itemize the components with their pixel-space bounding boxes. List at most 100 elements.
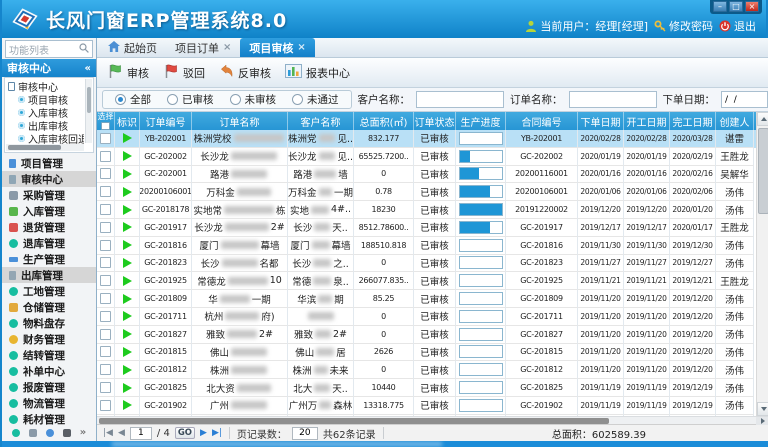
column-header-9[interactable]: 合同编号 (506, 112, 578, 130)
table-row[interactable]: 20200106001万科金万科金一期0.78已审核20200106001202… (97, 183, 756, 201)
scroll-right-icon[interactable] (756, 417, 768, 425)
person-icon[interactable] (63, 429, 71, 437)
row-checkbox[interactable] (100, 186, 111, 197)
row-checkbox[interactable] (100, 293, 111, 304)
sidebar-item-17[interactable]: 耗材管理 (2, 411, 96, 427)
table-row[interactable]: GC-201902广州广州万森林13318.775已审核GC-201902201… (97, 397, 756, 415)
column-header-6[interactable]: 总面积(㎡) (354, 112, 414, 130)
column-header-5[interactable]: 客户名称 (288, 112, 354, 130)
column-header-12[interactable]: 完工日期 (670, 112, 716, 130)
row-checkbox[interactable] (100, 311, 111, 322)
table-row[interactable]: GC-201711杭州府)0已审核GC-2017112019/11/202019… (97, 308, 756, 326)
status-radio-4[interactable]: 未通过 (292, 92, 339, 107)
table-row[interactable]: GC-201816厦门幕墙厦门幕墙188510.818已审核GC-2018162… (97, 237, 756, 255)
tab-2[interactable]: 项目订单× (166, 38, 240, 57)
table-row[interactable]: GC-201809华一期华滨期85.25已审核GC-2018092019/11/… (97, 290, 756, 308)
cart-icon[interactable] (29, 429, 37, 437)
column-header-8[interactable]: 生产进度 (456, 112, 506, 130)
sidebar-item-15[interactable]: 报废管理 (2, 379, 96, 395)
status-radio-3[interactable]: 未审核 (230, 92, 277, 107)
order-name-input[interactable] (569, 91, 657, 108)
page-number-input[interactable] (130, 427, 152, 440)
tree-root[interactable]: 审核中心 (8, 80, 84, 93)
sidebar-item-3[interactable]: 采购管理 (2, 187, 96, 203)
leaf-icon[interactable] (46, 429, 54, 437)
row-checkbox[interactable] (100, 151, 111, 162)
table-row[interactable]: GC-201825北大资北大天..10440已审核GC-2018252019/1… (97, 379, 756, 397)
sidebar-item-11[interactable]: 物料盘存 (2, 315, 96, 331)
next-page-icon[interactable]: ▶ (200, 428, 207, 438)
row-checkbox[interactable] (100, 275, 111, 286)
sidebar-item-16[interactable]: 物流管理 (2, 395, 96, 411)
table-row[interactable]: GC-202001路港路港墙0已审核202001160012020/01/162… (97, 166, 756, 184)
tab-close-icon[interactable]: × (297, 42, 305, 53)
tree-item-1[interactable]: 项目审核 (8, 93, 84, 106)
prev-page-icon[interactable]: ◀ (118, 428, 125, 438)
table-row[interactable]: GC-201827雅致2#雅致2#0已审核GC-2018272019/11/20… (97, 326, 756, 344)
table-row[interactable]: GC-201925常德龙10常德泉..266077.835..已审核GC-201… (97, 272, 756, 290)
tree-item-3[interactable]: 出库审核 (8, 119, 84, 132)
vertical-scrollbar[interactable] (756, 112, 768, 416)
customer-name-input[interactable] (416, 91, 504, 108)
sidebar-item-13[interactable]: 结转管理 (2, 347, 96, 363)
column-header-3[interactable]: 订单编号 (140, 112, 192, 130)
vertical-scrollbar-thumb[interactable] (758, 128, 768, 214)
tree-horizontal-scrollbar[interactable] (6, 144, 84, 151)
row-checkbox[interactable] (100, 400, 111, 411)
close-button[interactable]: × (745, 1, 759, 12)
maximize-button[interactable]: □ (729, 1, 743, 12)
row-checkbox[interactable] (100, 382, 111, 393)
table-row[interactable]: GC-201812株洲株洲未来0已审核GC-2018122019/11/2020… (97, 361, 756, 379)
row-checkbox[interactable] (100, 240, 111, 251)
order-date-from-input[interactable] (721, 91, 767, 108)
more-icon[interactable]: » (80, 429, 86, 437)
tree-vertical-scrollbar[interactable] (85, 79, 92, 143)
sidebar-item-4[interactable]: 入库管理 (2, 203, 96, 219)
row-checkbox[interactable] (100, 133, 111, 144)
table-row[interactable]: GC-2018178实地常栋实地4#..18230已审核201912200022… (97, 201, 756, 219)
status-radio-1[interactable]: 全部 (115, 92, 151, 107)
horizontal-scrollbar[interactable] (97, 416, 768, 424)
row-checkbox[interactable] (100, 168, 111, 179)
tab-1[interactable]: 起始页 (99, 38, 166, 57)
go-button[interactable]: GO (175, 427, 195, 439)
tree-item-2[interactable]: 入库审核 (8, 106, 84, 119)
row-checkbox[interactable] (100, 204, 111, 215)
radio-icon[interactable] (230, 94, 241, 105)
column-header-10[interactable]: 下单日期 (578, 112, 624, 130)
minimize-button[interactable]: – (713, 1, 727, 12)
column-header-13[interactable]: 创建人 (716, 112, 754, 130)
tab-3[interactable]: 项目审核× (240, 38, 314, 57)
page-size-input[interactable] (292, 427, 318, 440)
sidebar-item-7[interactable]: 生产管理 (2, 251, 96, 267)
sidebar-item-10[interactable]: 仓储管理 (2, 299, 96, 315)
radio-icon[interactable] (292, 94, 303, 105)
scroll-down-icon[interactable] (757, 402, 768, 416)
status-radio-2[interactable]: 已审核 (167, 92, 214, 107)
row-checkbox[interactable] (100, 329, 111, 340)
sidebar-item-14[interactable]: 补单中心 (2, 363, 96, 379)
sidebar-item-2[interactable]: 审核中心 (2, 171, 96, 187)
radio-icon[interactable] (167, 94, 178, 105)
column-header-2[interactable]: 标识 (115, 112, 140, 130)
row-checkbox[interactable] (100, 257, 111, 268)
row-checkbox[interactable] (100, 222, 111, 233)
column-header-1[interactable]: 选择 (97, 112, 115, 130)
table-row[interactable]: GC-202002长沙龙长沙龙见..65525.7200..已审核GC-2020… (97, 148, 756, 166)
toolbar-button-4[interactable]: 报表中心 (285, 64, 350, 81)
sidebar-item-12[interactable]: 财务管理 (2, 331, 96, 347)
change-password-button[interactable]: 修改密码 (654, 18, 713, 34)
radio-icon[interactable] (115, 94, 126, 105)
toolbar-button-1[interactable]: 审核 (107, 63, 149, 82)
tab-close-icon[interactable]: × (223, 42, 231, 53)
first-page-icon[interactable]: |◀ (103, 428, 113, 438)
toolbar-button-2[interactable]: 驳回 (163, 63, 205, 82)
table-row[interactable]: GC-201917长沙龙2#长沙天..8512.78600..已审核GC-201… (97, 219, 756, 237)
row-checkbox[interactable] (100, 346, 111, 357)
logout-button[interactable]: 退出 (719, 18, 756, 34)
toolbar-button-3[interactable]: 反审核 (219, 64, 271, 82)
last-page-icon[interactable]: ▶| (212, 428, 222, 438)
table-row[interactable]: GC-201815佛山佛山居2626已审核GC-2018152019/11/20… (97, 344, 756, 362)
sidebar-item-1[interactable]: 项目管理 (2, 155, 96, 171)
row-checkbox[interactable] (100, 364, 111, 375)
